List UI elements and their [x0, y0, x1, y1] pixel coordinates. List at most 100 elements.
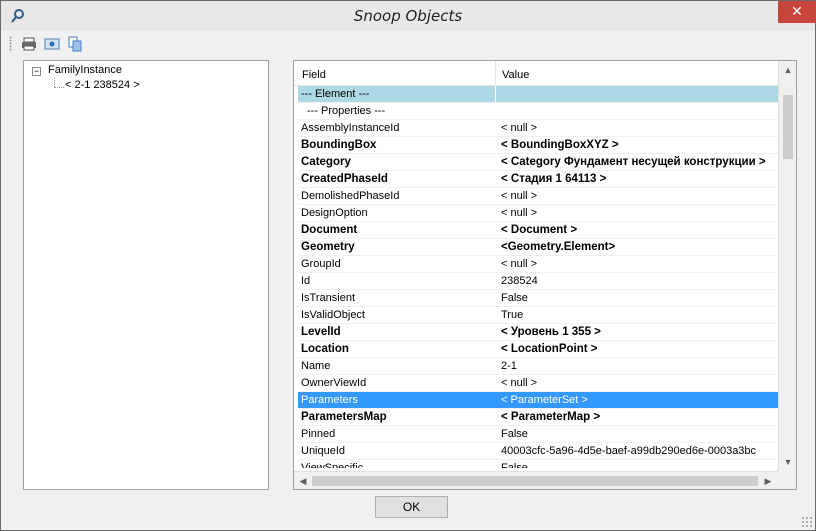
grid-header: Field Value [294, 61, 778, 86]
property-row[interactable]: Document < Document > [298, 222, 778, 239]
horizontal-scroll-thumb[interactable] [312, 476, 758, 486]
field-cell: UniqueId [301, 445, 346, 457]
field-cell: --- Element --- [301, 88, 370, 100]
property-row[interactable]: LevelId < Уровень 1 355 > [298, 324, 778, 341]
property-row[interactable]: Category < Category Фундамент несущей кон… [298, 154, 778, 171]
property-row[interactable]: GroupId < null > [298, 256, 778, 273]
copy-icon[interactable] [66, 35, 84, 53]
property-row[interactable]: Name 2-1 [298, 358, 778, 375]
tree-node-label[interactable]: FamilyInstance [48, 64, 122, 76]
field-cell: IsValidObject [301, 309, 365, 321]
tree-connector [54, 87, 64, 88]
toolbar-grip[interactable] [9, 36, 12, 52]
value-cell: < BoundingBoxXYZ > [501, 139, 619, 151]
object-tree[interactable]: − FamilyInstance < 2-1 238524 > [23, 60, 269, 490]
property-row[interactable]: AssemblyInstanceId < null > [298, 120, 778, 137]
value-cell: False [501, 292, 528, 304]
value-cell: < null > [501, 258, 538, 270]
close-button[interactable]: ✕ [778, 1, 816, 23]
field-cell: ParametersMap [301, 411, 387, 423]
field-cell: CreatedPhaseId [301, 173, 388, 185]
field-cell: Pinned [301, 428, 336, 440]
value-cell: < Category Фундамент несущей конструкции… [501, 156, 766, 168]
property-grid: Field Value --- Element --- --- Propertie… [293, 60, 797, 490]
scroll-up-icon[interactable]: ▲ [779, 62, 796, 78]
value-cell: < null > [501, 377, 538, 389]
vertical-scrollbar[interactable]: ▲ ▼ [778, 61, 796, 471]
field-cell: Document [301, 224, 358, 236]
field-cell: DesignOption [301, 207, 368, 219]
field-cell: BoundingBox [301, 139, 377, 151]
value-cell: < ParameterSet > [501, 394, 588, 406]
vertical-scroll-thumb[interactable] [783, 95, 793, 159]
field-cell: --- Properties --- [307, 105, 386, 117]
property-row[interactable]: DesignOption < null > [298, 205, 778, 222]
resize-grip[interactable] [801, 516, 813, 528]
toolbar [9, 35, 129, 53]
field-cell: Location [301, 343, 349, 355]
scroll-down-icon[interactable]: ▼ [779, 454, 796, 470]
value-cell: False [501, 428, 528, 440]
value-cell: < ParameterMap > [501, 411, 601, 423]
snoop-objects-window: Snoop Objects ✕ − FamilyInstance < 2-1 2… [0, 0, 816, 531]
value-cell: < null > [501, 207, 538, 219]
tree-connector [54, 78, 55, 87]
scroll-left-icon[interactable]: ◀ [295, 472, 311, 489]
value-cell: 40003cfc-5a96-4d5e-baef-a99db290ed6e-000… [501, 445, 757, 457]
field-cell: DemolishedPhaseId [301, 190, 400, 202]
field-cell: AssemblyInstanceId [301, 122, 400, 134]
ok-button[interactable]: OK [375, 496, 448, 518]
value-cell: < Стадия 1 64113 > [501, 173, 607, 185]
value-cell: < null > [501, 190, 538, 202]
property-row[interactable]: BoundingBox < BoundingBoxXYZ > [298, 137, 778, 154]
value-cell: < Уровень 1 355 > [501, 326, 601, 338]
scrollbar-corner [778, 471, 796, 489]
property-row[interactable]: UniqueId 40003cfc-5a96-4d5e-baef-a99db290… [298, 443, 778, 460]
value-cell: <Geometry.Element> [501, 241, 616, 253]
field-cell: LevelId [301, 326, 341, 338]
print-icon[interactable] [20, 35, 38, 53]
field-cell: OwnerViewId [301, 377, 367, 389]
field-cell: IsTransient [301, 292, 356, 304]
property-row[interactable]: Parameters < ParameterSet > [298, 392, 778, 409]
property-row[interactable]: OwnerViewId < null > [298, 375, 778, 392]
property-row[interactable]: Geometry <Geometry.Element> [298, 239, 778, 256]
section-header-row[interactable]: --- Properties --- [298, 103, 778, 120]
property-row[interactable]: ParametersMap < ParameterMap > [298, 409, 778, 426]
tree-node-child[interactable]: < 2-1 238524 > [65, 79, 140, 91]
value-cell: < Document > [501, 224, 578, 236]
property-row[interactable]: CreatedPhaseId < Стадия 1 64113 > [298, 171, 778, 188]
window-title: Snoop Objects [353, 7, 463, 25]
field-cell: Category [301, 156, 351, 168]
value-cell: 2-1 [501, 360, 517, 372]
property-row[interactable]: Location < LocationPoint > [298, 341, 778, 358]
value-cell: False [501, 462, 528, 468]
field-cell: Parameters [301, 394, 358, 406]
print-preview-icon[interactable] [43, 35, 61, 53]
field-cell: Id [301, 275, 311, 287]
property-row[interactable]: ViewSpecific False [298, 460, 778, 468]
value-cell: True [501, 309, 524, 321]
cell-divider [495, 86, 496, 103]
field-cell: ViewSpecific [301, 462, 364, 468]
property-row[interactable]: Pinned False [298, 426, 778, 443]
field-cell: Name [301, 360, 331, 372]
collapse-icon[interactable]: − [32, 67, 41, 76]
horizontal-scrollbar[interactable]: ◀ ▶ [294, 471, 778, 489]
property-row[interactable]: DemolishedPhaseId < null > [298, 188, 778, 205]
column-header-value[interactable]: Value [502, 69, 529, 81]
column-header-field[interactable]: Field [302, 69, 326, 81]
property-row[interactable]: IsValidObject True [298, 307, 778, 324]
value-cell: < null > [501, 122, 538, 134]
grid-rows: --- Element --- --- Properties --- Assembl… [298, 86, 778, 468]
value-cell: < LocationPoint > [501, 343, 598, 355]
title-bar[interactable]: Snoop Objects ✕ [1, 1, 816, 31]
column-divider[interactable] [495, 61, 496, 86]
property-row[interactable]: Id 238524 [298, 273, 778, 290]
value-cell: 238524 [501, 275, 538, 287]
property-row[interactable]: IsTransient False [298, 290, 778, 307]
field-cell: GroupId [301, 258, 341, 270]
scroll-right-icon[interactable]: ▶ [760, 472, 776, 489]
section-header-row[interactable]: --- Element --- [298, 86, 778, 103]
field-cell: Geometry [301, 241, 355, 253]
